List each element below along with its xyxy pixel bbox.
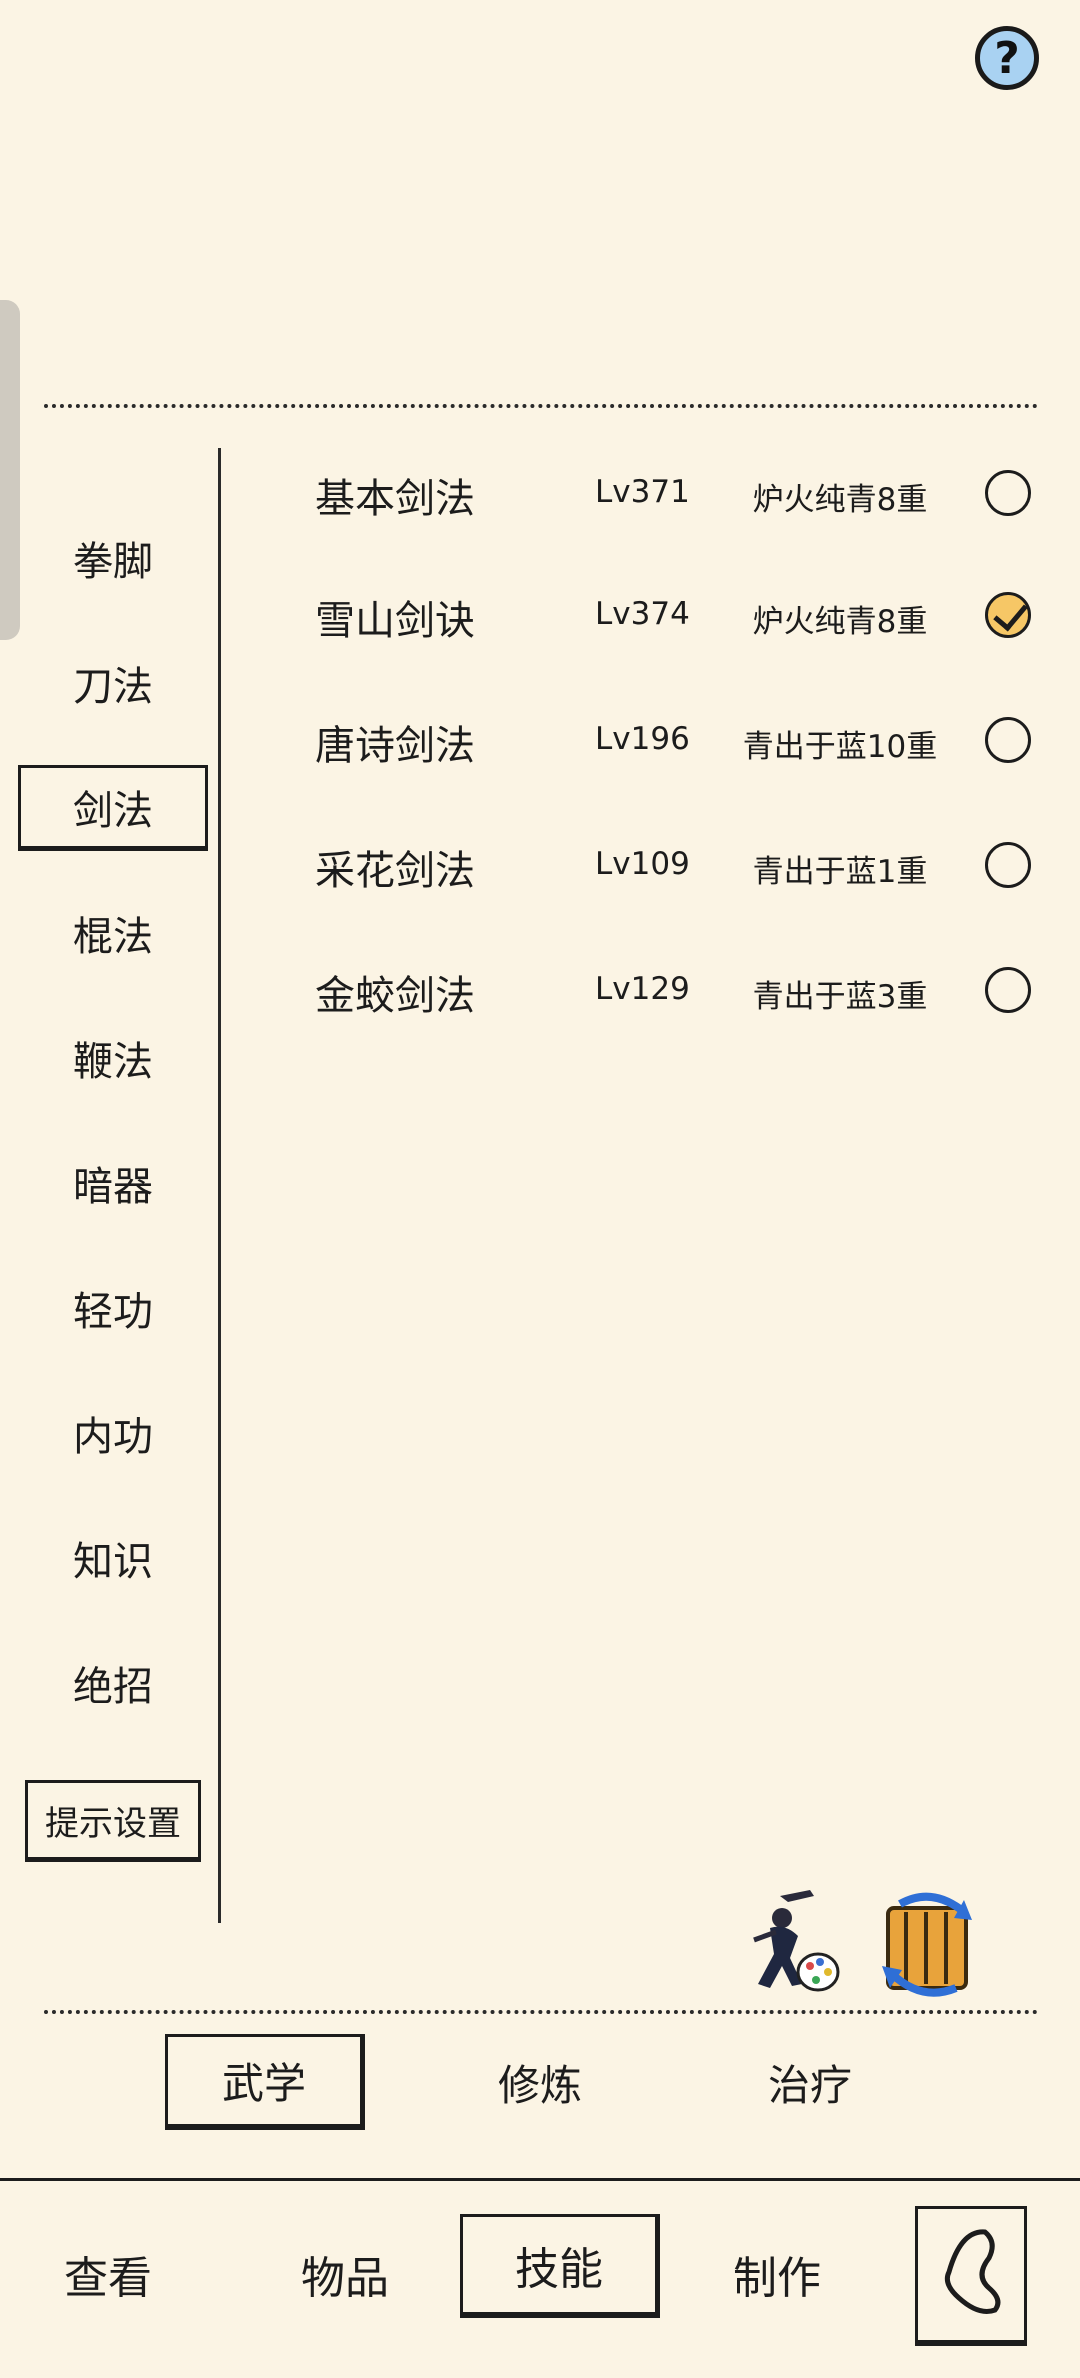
nav-zhizuo[interactable]: 制作 — [677, 2222, 877, 2326]
help-button[interactable]: ? — [975, 26, 1039, 90]
skill-level: Lv129 — [595, 971, 690, 1007]
tab-wuxue[interactable]: 武学 — [165, 2034, 365, 2130]
category-label: 知识 — [73, 1539, 153, 1585]
category-neigong[interactable]: 内功 — [18, 1390, 208, 1476]
skill-rank: 青出于蓝1重 — [752, 854, 928, 890]
nav-jineng[interactable]: 技能 — [460, 2214, 660, 2318]
category-label: 绝招 — [73, 1664, 153, 1710]
nav-label: 查看 — [64, 2253, 152, 2304]
category-label: 刀法 — [73, 664, 153, 710]
tab-label: 修炼 — [497, 2060, 582, 2110]
category-label: 内功 — [73, 1414, 153, 1460]
category-zhishi[interactable]: 知识 — [18, 1515, 208, 1601]
category-label: 棍法 — [73, 914, 153, 960]
category-qinggong[interactable]: 轻功 — [18, 1265, 208, 1351]
category-label: 鞭法 — [73, 1039, 153, 1085]
skill-row[interactable]: 基本剑法 Lv371 炉火纯青8重 — [300, 448, 1040, 538]
sidebar-divider — [218, 448, 221, 1923]
skill-name: 雪山剑诀 — [315, 598, 475, 644]
category-label: 剑法 — [73, 788, 153, 834]
skill-rank: 炉火纯青8重 — [752, 482, 928, 518]
skill-select-radio-checked[interactable] — [985, 592, 1031, 638]
scroll-refresh-button[interactable] — [872, 1890, 982, 2000]
skill-row[interactable]: 唐诗剑法 Lv196 青出于蓝10重 — [300, 695, 1040, 785]
skill-name: 金蛟剑法 — [315, 973, 475, 1019]
skill-name: 采花剑法 — [315, 848, 475, 894]
swordsman-palette-icon — [753, 1890, 840, 1992]
side-pull-tab[interactable] — [0, 300, 20, 640]
scroll-refresh-icon — [882, 1892, 972, 1997]
tab-xiulian[interactable]: 修炼 — [440, 2034, 640, 2130]
nav-label: 物品 — [301, 2253, 389, 2304]
category-bianfa[interactable]: 鞭法 — [18, 1015, 208, 1101]
skill-name: 基本剑法 — [315, 476, 475, 522]
skill-level: Lv371 — [595, 474, 690, 510]
skill-select-radio[interactable] — [985, 717, 1031, 763]
nav-chakan[interactable]: 查看 — [8, 2222, 208, 2326]
back-button[interactable] — [915, 2206, 1027, 2346]
category-label: 拳脚 — [73, 539, 153, 585]
tab-label: 治疗 — [767, 2060, 852, 2110]
skill-level: Lv196 — [595, 721, 690, 757]
skill-row[interactable]: 采花剑法 Lv109 青出于蓝1重 — [300, 820, 1040, 910]
skill-level: Lv109 — [595, 846, 690, 882]
hint-settings-button[interactable]: 提示设置 — [25, 1780, 201, 1862]
skill-rank: 青出于蓝10重 — [742, 729, 938, 765]
category-label: 暗器 — [73, 1164, 153, 1210]
category-label: 轻功 — [73, 1289, 153, 1335]
tab-zhiliao[interactable]: 治疗 — [710, 2034, 910, 2130]
skill-rank: 青出于蓝3重 — [752, 979, 928, 1015]
skill-row[interactable]: 雪山剑诀 Lv374 炉火纯青8重 — [300, 570, 1040, 660]
category-jianfa[interactable]: 剑法 — [18, 765, 208, 851]
category-gunfa[interactable]: 棍法 — [18, 890, 208, 976]
skill-select-radio[interactable] — [985, 842, 1031, 888]
skill-select-radio[interactable] — [985, 470, 1031, 516]
nav-wupin[interactable]: 物品 — [245, 2222, 445, 2326]
skill-name: 唐诗剑法 — [315, 723, 475, 769]
category-quanjiao[interactable]: 拳脚 — [18, 515, 208, 601]
skill-row[interactable]: 金蛟剑法 Lv129 青出于蓝3重 — [300, 945, 1040, 1035]
nav-label: 制作 — [733, 2253, 821, 2304]
back-arrow-icon — [944, 2228, 1001, 2314]
category-daofa[interactable]: 刀法 — [18, 640, 208, 726]
category-anqi[interactable]: 暗器 — [18, 1140, 208, 1226]
top-divider — [44, 404, 1038, 408]
skill-rank: 炉火纯青8重 — [752, 604, 928, 640]
category-juezhao[interactable]: 绝招 — [18, 1640, 208, 1726]
hint-settings-label: 提示设置 — [45, 1803, 181, 1844]
bottom-divider — [44, 2010, 1038, 2014]
skill-select-radio[interactable] — [985, 967, 1031, 1013]
swordsman-palette-button[interactable] — [740, 1888, 840, 1998]
skill-level: Lv374 — [595, 596, 690, 632]
question-mark-icon: ? — [994, 32, 1020, 84]
nav-label: 技能 — [515, 2243, 603, 2295]
tab-label: 武学 — [221, 2059, 306, 2108]
